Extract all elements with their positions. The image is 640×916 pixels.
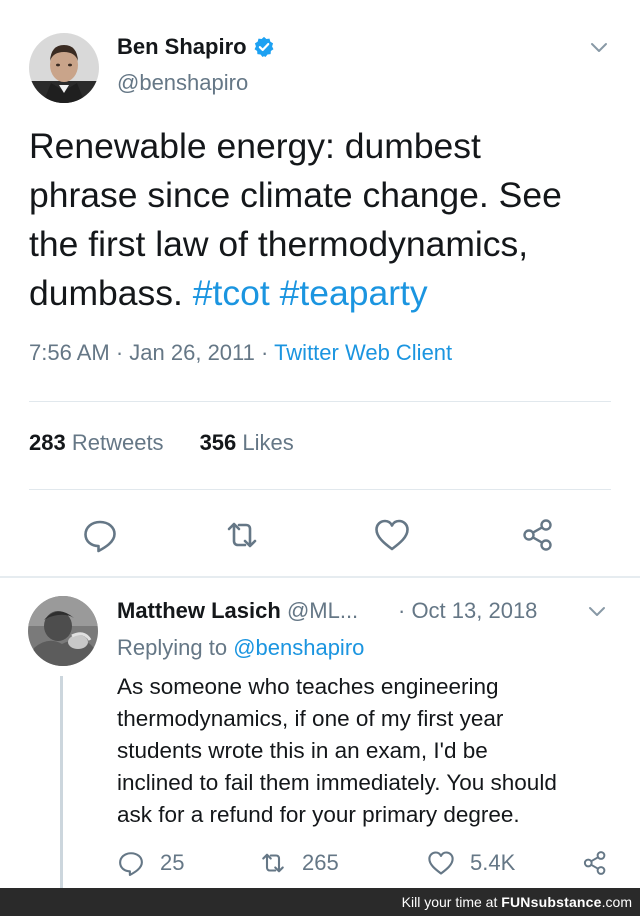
watermark-prefix: Kill your time at xyxy=(401,894,502,910)
retweets-label: Retweets xyxy=(71,430,164,455)
like-icon xyxy=(428,851,454,875)
reply-text-line: thermodynamics, if one of my first year xyxy=(117,706,504,731)
meta-separator: · xyxy=(261,340,269,365)
reply-author[interactable]: Matthew Lasich @ML... xyxy=(117,598,358,624)
likes-count: 356 xyxy=(199,430,237,455)
main-tweet: Ben Shapiro @benshapiro Renewable energy… xyxy=(0,0,640,578)
watermark-brand: FUNsubstance xyxy=(501,894,602,910)
avatar[interactable] xyxy=(28,596,98,666)
retweets-count: 283 xyxy=(29,430,66,455)
tweet-meta: 7:56 AM · Jan 26, 2011 · Twitter Web Cli… xyxy=(29,340,452,366)
hashtag-link[interactable]: #tcot xyxy=(193,273,270,313)
tweet-time[interactable]: 7:56 AM xyxy=(29,340,110,365)
divider xyxy=(29,401,611,402)
like-icon[interactable] xyxy=(372,515,412,555)
tweet-actions xyxy=(0,515,640,555)
watermark-text: Kill your time at FUNsubstance.com xyxy=(402,894,632,910)
avatar[interactable] xyxy=(29,33,99,103)
replying-to: Replying to @benshapiro xyxy=(117,635,364,661)
author-name-text: Ben Shapiro xyxy=(117,34,247,59)
author-name[interactable]: Ben Shapiro xyxy=(117,34,275,60)
tweet-client-link[interactable]: Twitter Web Client xyxy=(274,340,452,365)
retweet-icon xyxy=(262,853,284,873)
chevron-down-icon[interactable] xyxy=(588,36,610,58)
reply-icon xyxy=(119,852,143,877)
tweet-text-line: phrase since climate change. See xyxy=(29,175,562,215)
retweets-stat[interactable]: 283 Retweets xyxy=(29,430,164,456)
retweet-button[interactable]: 265 xyxy=(258,848,339,878)
share-icon[interactable] xyxy=(518,515,558,555)
hashtag-link[interactable]: #teaparty xyxy=(280,273,428,313)
tweet-text-line: the first law of thermodynamics, xyxy=(29,224,529,264)
tweet-text: Renewable energy: dumbest phrase since c… xyxy=(29,122,619,318)
likes-stat[interactable]: 356 Likes xyxy=(200,430,294,456)
reply-button[interactable]: 25 xyxy=(116,848,184,878)
reply-text-line: inclined to fail them immediately. You s… xyxy=(117,770,557,795)
tweet-text-line: Renewable energy: dumbest xyxy=(29,126,481,166)
share-icon xyxy=(583,851,606,875)
meta-separator: · xyxy=(115,340,124,365)
reply-count: 25 xyxy=(160,850,185,875)
reply-text-line: students wrote this in an exam, I'd be xyxy=(117,738,488,763)
reply-author-name: Matthew Lasich xyxy=(117,598,281,623)
divider xyxy=(29,489,611,490)
reply-text-line: ask for a refund for your primary degree… xyxy=(117,802,520,827)
reply-author-handle: @ML... xyxy=(286,598,359,623)
watermark-bar: Kill your time at FUNsubstance.com xyxy=(0,888,640,916)
like-button[interactable]: 5.4K xyxy=(426,848,515,878)
chevron-down-icon[interactable] xyxy=(586,600,608,622)
share-button[interactable] xyxy=(580,848,610,878)
reply-tweet: Matthew Lasich @ML... · Oct 13, 2018 Rep… xyxy=(0,578,640,888)
likes-label: Likes xyxy=(242,430,294,455)
mention-link[interactable]: @benshapiro xyxy=(233,635,364,660)
tweet-text-segment: dumbass. xyxy=(29,273,193,313)
like-count: 5.4K xyxy=(470,850,516,875)
verified-badge-icon xyxy=(253,36,275,58)
watermark-suffix: .com xyxy=(601,894,632,910)
retweet-icon[interactable] xyxy=(222,515,262,555)
reply-date[interactable]: · Oct 13, 2018 xyxy=(398,598,537,624)
reply-icon[interactable] xyxy=(80,515,120,555)
reply-actions: 25 265 5.4K xyxy=(0,848,640,882)
tweet-date[interactable]: Jan 26, 2011 xyxy=(129,340,255,365)
reply-text: As someone who teaches engineering therm… xyxy=(117,671,627,831)
reply-text-line: As someone who teaches engineering xyxy=(117,674,499,699)
tweet-stats: 283 Retweets 356 Likes xyxy=(29,430,294,456)
replying-to-label: Replying to xyxy=(117,635,234,660)
tweet-text-line: dumbass. #tcot #teaparty xyxy=(29,269,619,318)
retweet-count: 265 xyxy=(302,850,339,875)
author-handle[interactable]: @benshapiro xyxy=(117,70,248,96)
